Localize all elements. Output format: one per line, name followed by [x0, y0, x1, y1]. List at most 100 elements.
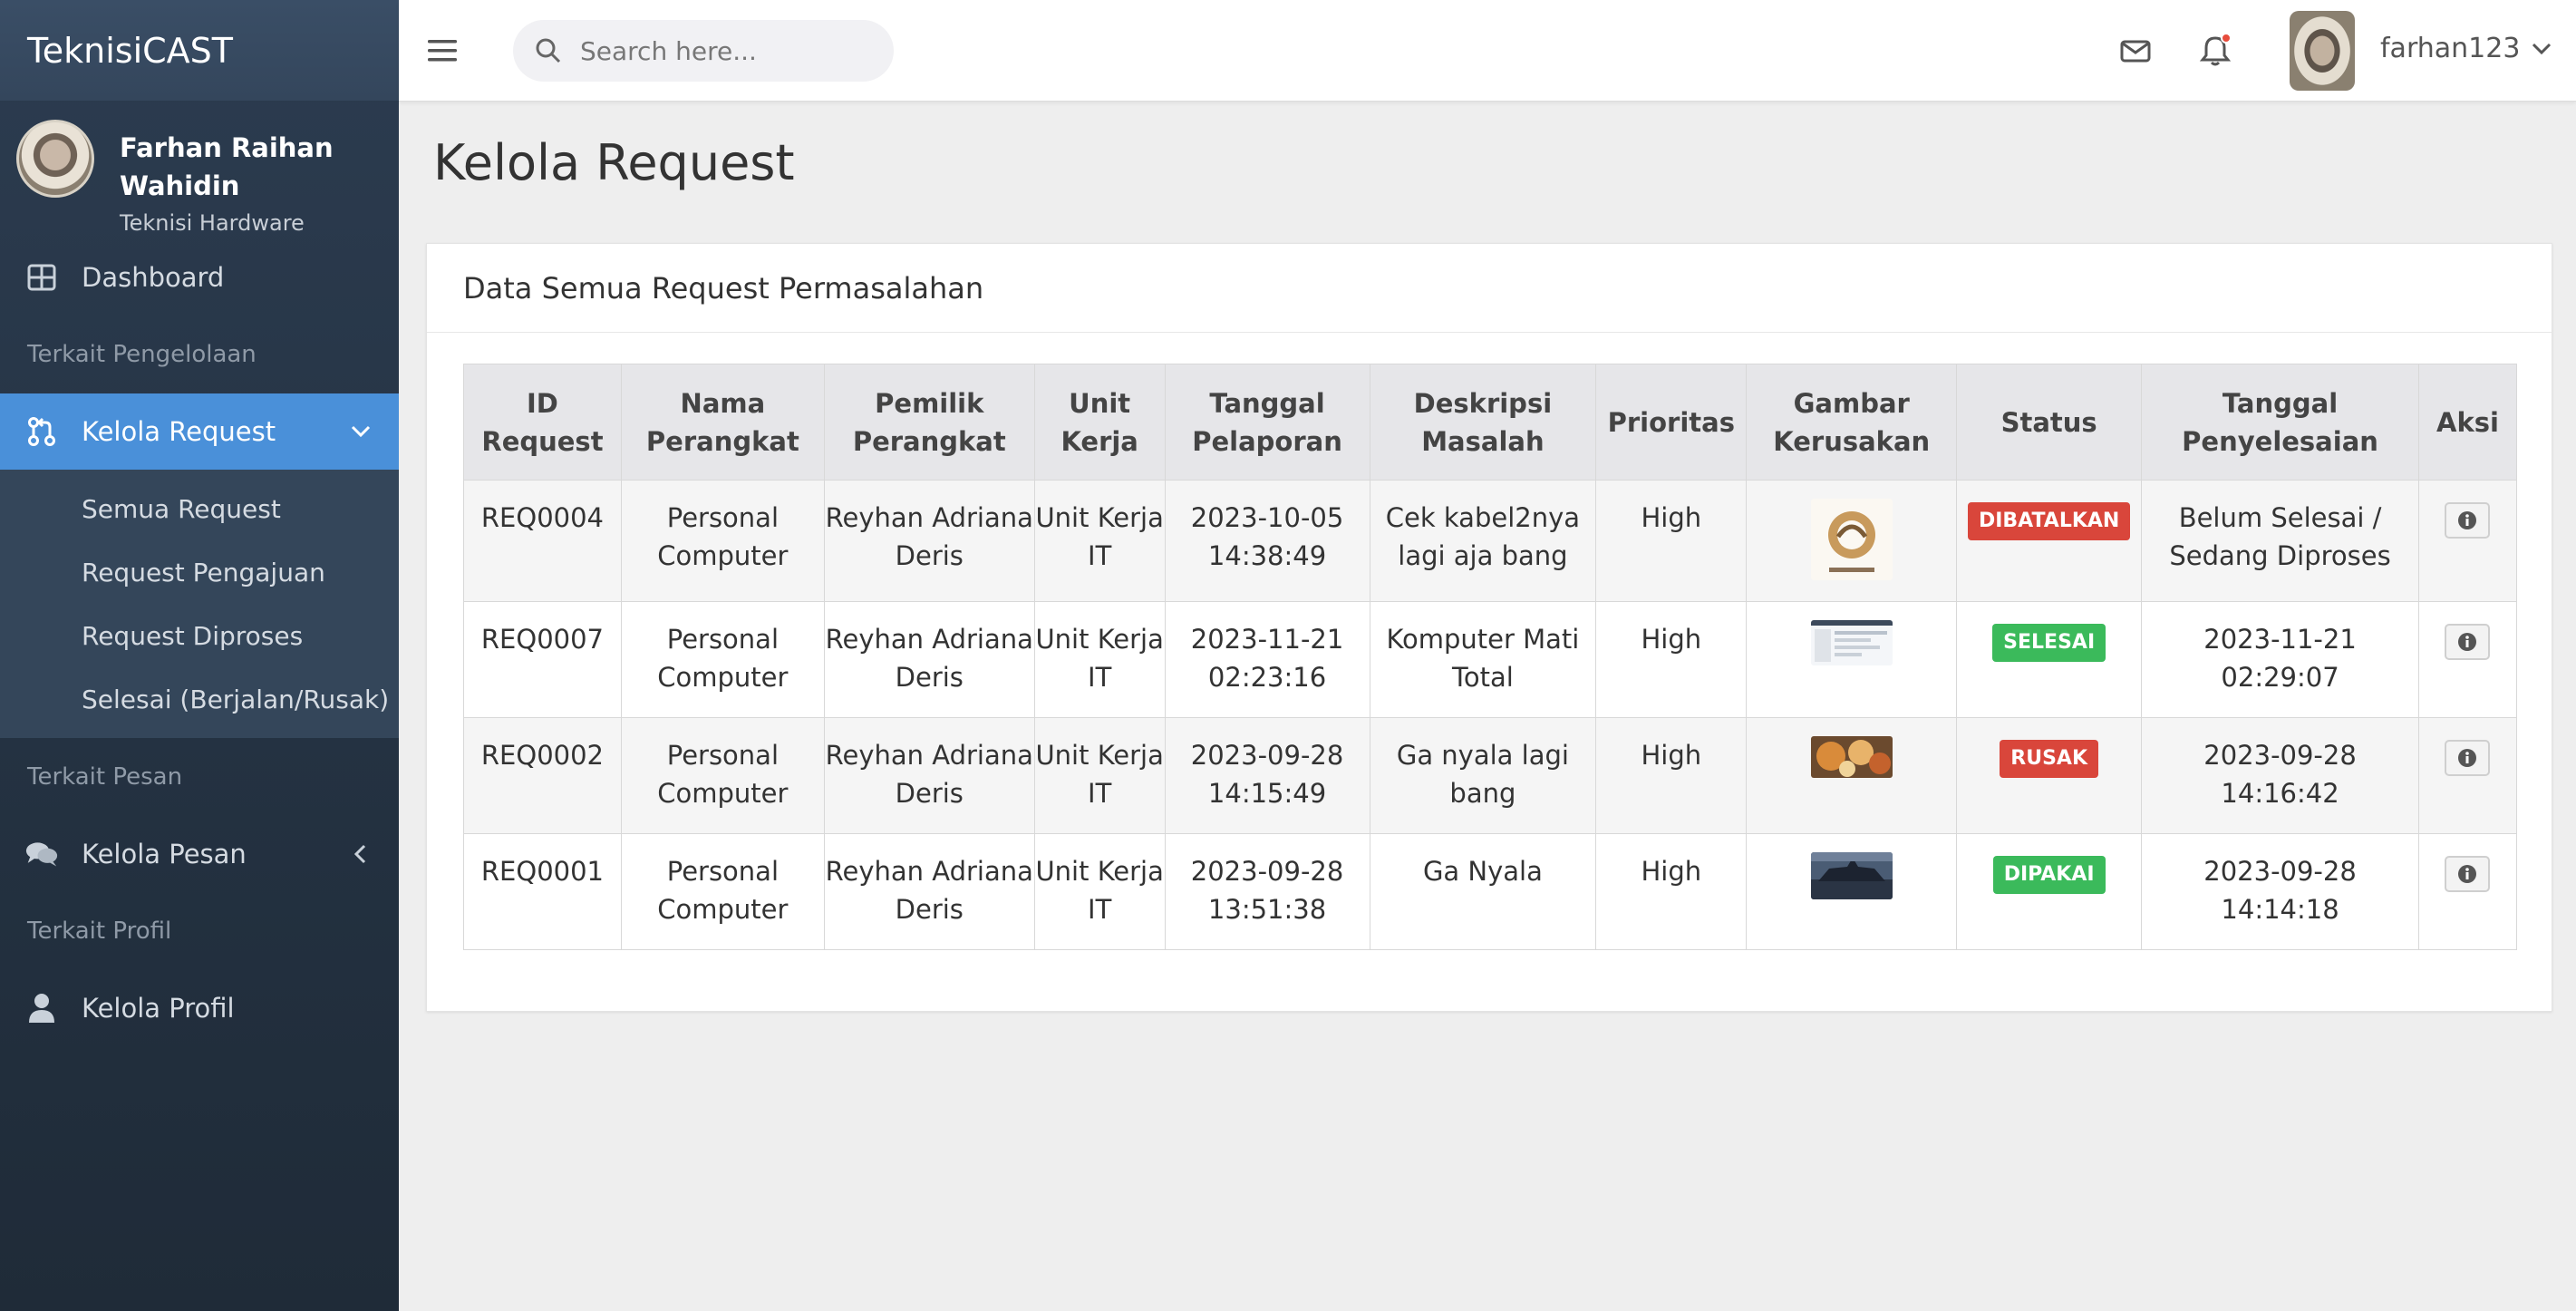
- cell-reported: 2023-11-21 02:23:16: [1164, 601, 1370, 718]
- search-box: [513, 20, 894, 82]
- cell-description: Komputer Mati Total: [1369, 601, 1597, 718]
- cell-description: Ga nyala lagi bang: [1369, 717, 1597, 834]
- messages-button[interactable]: [2117, 33, 2154, 69]
- user-name: Farhan Raihan Wahidin: [120, 132, 334, 201]
- column-header[interactable]: Tanggal Penyelesaian: [2141, 364, 2419, 481]
- brand-logo[interactable]: TeknisiCAST: [0, 0, 399, 102]
- top-user-avatar[interactable]: [2290, 11, 2355, 91]
- status-badge: RUSAK: [2000, 740, 2099, 778]
- submenu-request-pengajuan[interactable]: Request Pengajuan: [0, 540, 399, 604]
- cell-status: DIBATALKAN: [1956, 480, 2143, 602]
- sidebar-item-kelola-profil[interactable]: Kelola Profil: [0, 970, 399, 1046]
- damage-image-thumbnail[interactable]: [1810, 852, 1893, 899]
- column-header[interactable]: Deskripsi Masalah: [1369, 364, 1597, 481]
- cell-reported: 2023-10-05 14:38:49: [1164, 480, 1370, 602]
- sidebar-item-label: Dashboard: [82, 262, 225, 293]
- cell-status: RUSAK: [1956, 717, 2143, 834]
- sidebar-item-label: Kelola Request: [82, 416, 276, 447]
- detail-button[interactable]: [2445, 624, 2491, 660]
- envelope-icon: [2120, 40, 2151, 63]
- sidebar-item-kelola-pesan[interactable]: Kelola Pesan: [0, 816, 399, 892]
- user-dropdown[interactable]: farhan123: [2380, 33, 2554, 64]
- cell-unit: Unit Kerja IT: [1033, 833, 1166, 950]
- cell-description: Ga Nyala: [1369, 833, 1597, 950]
- notification-dot: [2221, 33, 2232, 44]
- column-header[interactable]: Prioritas: [1595, 364, 1748, 481]
- cell-action: [2417, 833, 2518, 950]
- nav-header-pesan: Terkait Pesan: [27, 763, 183, 791]
- cell-completed: 2023-09-28 14:16:42: [2141, 717, 2419, 834]
- user-role: Teknisi Hardware: [120, 210, 305, 236]
- pull-request-icon: [25, 415, 58, 448]
- cell-action: [2417, 480, 2518, 602]
- cell-owner: Reyhan Adriana Deris: [823, 833, 1035, 950]
- requests-card: Data Semua Request Permasalahan ID Reque…: [426, 243, 2552, 1012]
- cell-owner: Reyhan Adriana Deris: [823, 601, 1035, 718]
- nav-header-pengelolaan: Terkait Pengelolaan: [27, 341, 257, 368]
- submenu-request-diproses[interactable]: Request Diproses: [0, 604, 399, 667]
- sidebar-item-label: Kelola Profil: [82, 993, 235, 1024]
- cell-owner: Reyhan Adriana Deris: [823, 480, 1035, 602]
- column-header[interactable]: Nama Perangkat: [620, 364, 825, 481]
- cell-status: DIPAKAI: [1956, 833, 2143, 950]
- cell-device: Personal Computer: [620, 601, 825, 718]
- main-content: Kelola Request Data Semua Request Permas…: [399, 102, 2576, 1311]
- column-header[interactable]: Pemilik Perangkat: [823, 364, 1035, 481]
- table-header-row: ID Request Nama Perangkat Pemilik Perang…: [463, 364, 2518, 481]
- submenu-selesai[interactable]: Selesai (Berjalan/Rusak): [0, 667, 399, 731]
- column-header[interactable]: Unit Kerja: [1033, 364, 1166, 481]
- chevron-left-icon: [353, 844, 366, 864]
- detail-button[interactable]: [2445, 856, 2491, 892]
- cell-completed: Belum Selesai / Sedang Diproses: [2141, 480, 2419, 602]
- request-submenu: Semua Request Request Pengajuan Request …: [0, 470, 399, 738]
- damage-image-thumbnail[interactable]: [1810, 620, 1893, 665]
- detail-button[interactable]: [2445, 740, 2491, 776]
- user-panel: Farhan Raihan Wahidin Teknisi Hardware: [0, 102, 399, 239]
- detail-button[interactable]: [2445, 502, 2491, 539]
- info-icon: [2458, 749, 2477, 767]
- cell-image: [1746, 601, 1958, 718]
- cell-unit: Unit Kerja IT: [1033, 601, 1166, 718]
- cell-owner: Reyhan Adriana Deris: [823, 717, 1035, 834]
- cell-device: Personal Computer: [620, 480, 825, 602]
- user-avatar: [16, 120, 94, 198]
- sidebar: TeknisiCAST Farhan Raihan Wahidin Teknis…: [0, 0, 399, 1311]
- cell-image: [1746, 480, 1958, 602]
- table-row: REQ0001 Personal Computer Reyhan Adriana…: [463, 833, 2518, 950]
- submenu-semua-request[interactable]: Semua Request: [0, 477, 399, 540]
- cell-status: SELESAI: [1956, 601, 2143, 718]
- user-icon: [25, 992, 58, 1025]
- sidebar-item-dashboard[interactable]: Dashboard: [0, 239, 399, 316]
- column-header[interactable]: Status: [1956, 364, 2143, 481]
- column-header[interactable]: Aksi: [2417, 364, 2518, 481]
- search-input[interactable]: [580, 35, 870, 66]
- info-icon: [2458, 633, 2477, 651]
- cell-device: Personal Computer: [620, 833, 825, 950]
- damage-image-thumbnail[interactable]: [1810, 499, 1893, 580]
- sidebar-item-kelola-request[interactable]: Kelola Request: [0, 393, 399, 470]
- notifications-button[interactable]: [2197, 33, 2233, 69]
- table-row: REQ0007 Personal Computer Reyhan Adriana…: [463, 601, 2518, 718]
- cell-priority: High: [1595, 601, 1748, 718]
- search-icon: [536, 38, 561, 63]
- comments-icon: [25, 838, 58, 870]
- table-row: REQ0002 Personal Computer Reyhan Adriana…: [463, 717, 2518, 834]
- damage-image-thumbnail[interactable]: [1810, 736, 1893, 778]
- sidebar-item-label: Kelola Pesan: [82, 839, 247, 869]
- cell-action: [2417, 717, 2518, 834]
- cell-completed: 2023-11-21 02:29:07: [2141, 601, 2419, 718]
- column-header[interactable]: Tanggal Pelaporan: [1164, 364, 1370, 481]
- cell-priority: High: [1595, 833, 1748, 950]
- info-icon: [2458, 865, 2477, 883]
- cell-priority: High: [1595, 717, 1748, 834]
- cell-image: [1746, 717, 1958, 834]
- requests-table: ID Request Nama Perangkat Pemilik Perang…: [463, 364, 2518, 950]
- column-header[interactable]: ID Request: [463, 364, 622, 481]
- column-header[interactable]: Gambar Kerusakan: [1746, 364, 1958, 481]
- cell-id: REQ0002: [463, 717, 622, 834]
- chevron-down-icon: [351, 425, 371, 438]
- cell-id: REQ0001: [463, 833, 622, 950]
- cell-unit: Unit Kerja IT: [1033, 480, 1166, 602]
- menu-toggle-icon[interactable]: [426, 34, 459, 67]
- cell-action: [2417, 601, 2518, 718]
